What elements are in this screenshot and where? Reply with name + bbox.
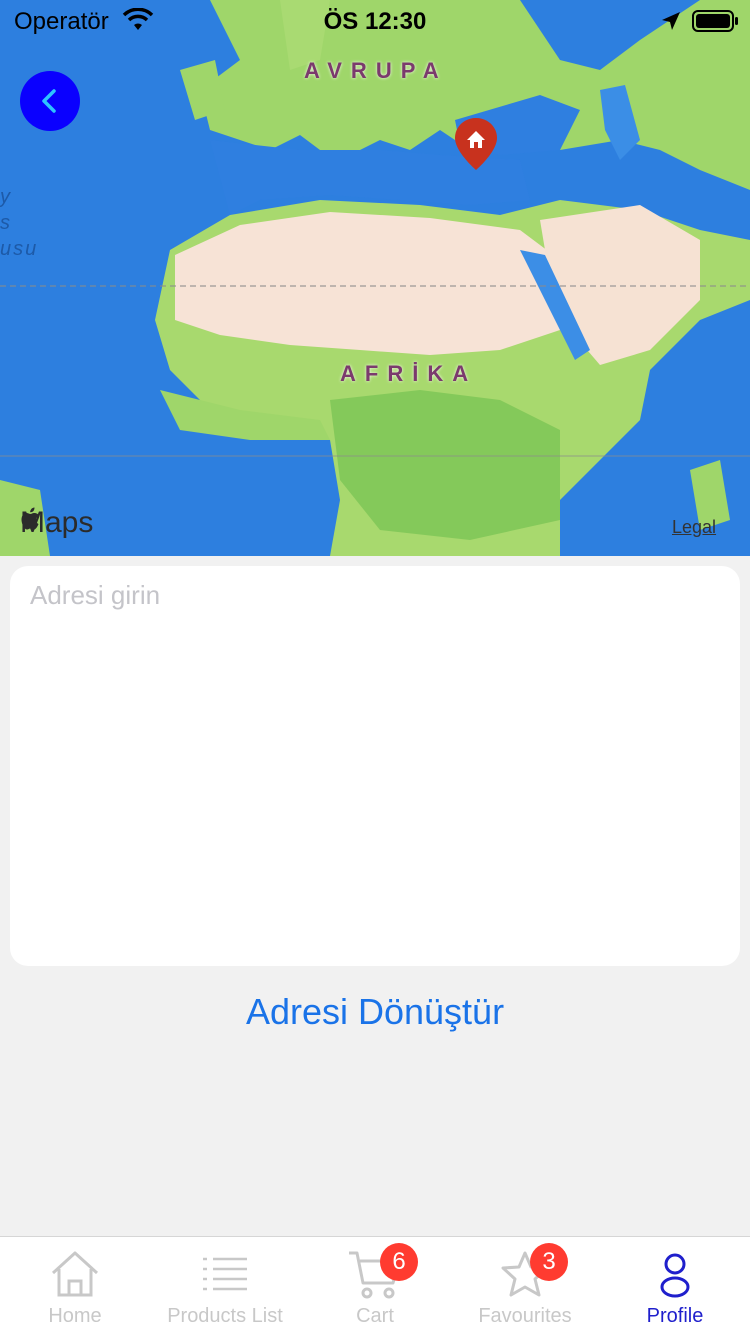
location-arrow-icon [662,12,680,30]
legal-link[interactable]: Legal [672,517,716,538]
status-bar: Operatör ÖS 12:30 [0,0,750,40]
tab-favourites[interactable]: 3 Favourites [450,1237,600,1335]
tab-label-cart: Cart [356,1305,394,1327]
tab-label-products-list: Products List [167,1305,283,1327]
tab-label-favourites: Favourites [478,1305,572,1327]
map-view[interactable]: AVRUPA AFRİKA y s usu Maps Legal [0,0,750,556]
address-container [10,566,740,966]
status-time: ÖS 12:30 [323,8,427,35]
map-label-europe: AVRUPA [304,58,448,83]
tab-products-list[interactable]: Products List [150,1237,300,1335]
cart-badge: 6 [380,1243,418,1281]
apple-logo-icon [21,507,39,530]
tab-bar: Home Products List 6 Cart 3 Favourites P… [0,1236,750,1335]
home-icon [51,1251,99,1297]
map-label-ocean: y s usu [0,186,39,260]
tab-cart[interactable]: 6 Cart [300,1237,450,1335]
maps-attribution: Maps [20,506,93,540]
favourites-badge: 3 [530,1243,568,1281]
tab-label-home: Home [48,1305,102,1327]
map-label-africa: AFRİKA [340,361,478,386]
list-icon [203,1257,247,1291]
battery-icon [692,10,738,32]
convert-address-button[interactable]: Adresi Dönüştür [0,990,750,1034]
back-button[interactable] [20,71,80,131]
tab-profile[interactable]: Profile [600,1237,750,1335]
tab-home[interactable]: Home [0,1237,150,1335]
address-input[interactable] [30,580,720,952]
person-icon [660,1253,690,1298]
tab-label-profile: Profile [646,1305,704,1327]
chevron-left-icon [42,89,56,113]
